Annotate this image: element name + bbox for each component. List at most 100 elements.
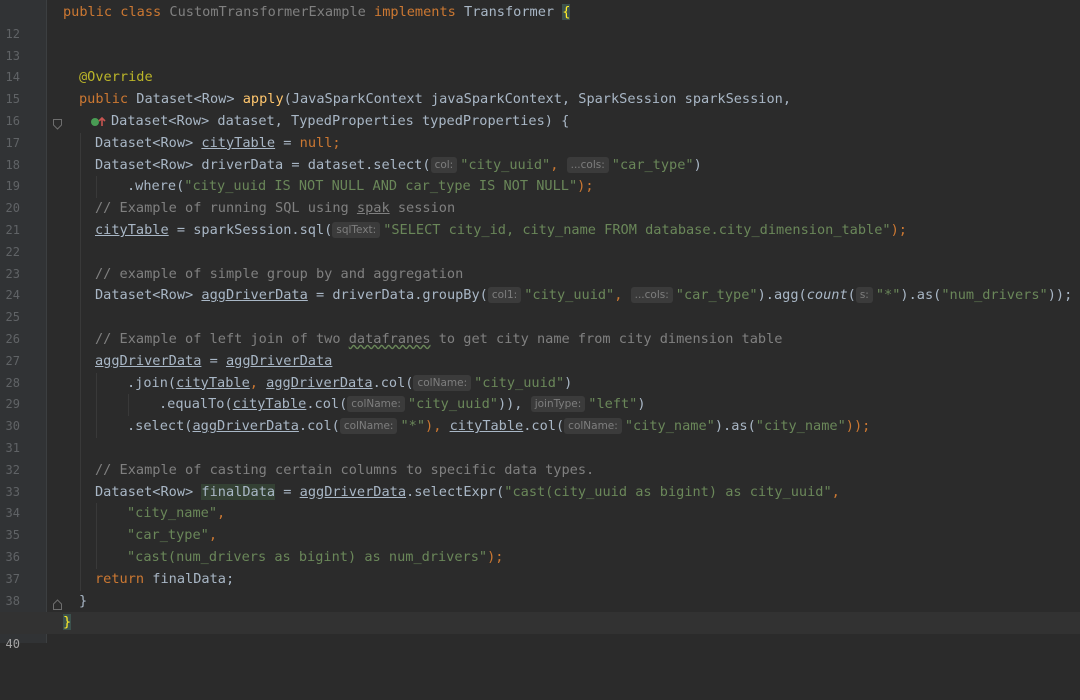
code-line[interactable]: 27 // Example of left join of two datafr…: [0, 328, 1080, 368]
code-text: Dataset<Row>: [136, 91, 243, 108]
code-line[interactable]: 30 .equalTo(cityTable.col(colName: "city_…: [0, 394, 1080, 433]
code-line[interactable]: 38 return finalData;: [0, 568, 1080, 608]
string-literal: "city_name": [755, 418, 846, 435]
code-text: )),: [497, 396, 531, 413]
code-text: ): [693, 156, 702, 173]
string-literal: "num_drivers": [941, 287, 1048, 304]
code-line[interactable]: 26: [0, 307, 1080, 346]
line-number: 40: [5, 637, 20, 652]
code-line[interactable]: 15 @Override: [0, 67, 1080, 106]
code-line[interactable]: 16 public Dataset<Row> apply(JavaSparkCo…: [0, 89, 1080, 128]
fold-marker-icon[interactable]: [53, 596, 62, 610]
param-hint: sqlText:: [332, 221, 381, 238]
string-literal: "city_uuid IS NOT NULL AND car_type IS N…: [184, 178, 578, 195]
code-line[interactable]: 34 Dataset<Row> finalData = aggDriverDat…: [0, 481, 1080, 520]
code-text: ).agg(: [757, 287, 807, 304]
comment: to get city name from city dimension tab…: [430, 330, 783, 347]
param-hint: s:: [855, 287, 873, 304]
code-text: .col(: [523, 418, 565, 435]
code-text: .join(: [127, 374, 177, 391]
code-line[interactable]: 18 Dataset<Row> cityTable = null;: [0, 132, 1080, 172]
annotation: @Override: [79, 69, 153, 86]
brace-match: {: [562, 4, 571, 20]
code-editor[interactable]: 12 public class CustomTransformerExample…: [0, 0, 1080, 651]
code-text: ,: [614, 287, 631, 304]
code-line[interactable]: 24 // example of simple group by and agg…: [0, 263, 1080, 302]
code-line[interactable]: 33 // Example of casting certain columns…: [0, 459, 1080, 499]
string-literal: "city_uuid": [460, 156, 551, 173]
indent-guide: [80, 328, 81, 351]
method-name: count: [806, 287, 848, 304]
code-text: Dataset<Row>: [95, 134, 202, 151]
code-line[interactable]: 21 // Example of running SQL using spak …: [0, 198, 1080, 237]
code-line[interactable]: 13: [0, 24, 1080, 63]
code-text: Dataset<Row>: [95, 287, 202, 304]
override-method-icon[interactable]: [24, 89, 107, 126]
code-line[interactable]: 25 Dataset<Row> aggDriverData = driverDa…: [0, 285, 1080, 324]
param-hint: colName:: [339, 418, 398, 435]
comment: session: [389, 200, 456, 217]
comment-typo: datafranes: [348, 330, 431, 347]
fold-marker-icon[interactable]: [53, 116, 62, 130]
keyword: implements: [374, 4, 456, 20]
string-literal: "city_uuid": [407, 396, 498, 413]
keyword: public: [63, 4, 113, 20]
indent-guide: [80, 285, 81, 308]
code-line[interactable]: 19 Dataset<Row> driverData = dataset.sel…: [0, 154, 1080, 193]
code-line[interactable]: 12 public class CustomTransformerExample…: [0, 2, 1080, 41]
indent-guide: [80, 568, 81, 591]
code-text: ));: [1047, 287, 1073, 304]
variable: cityTable: [176, 374, 250, 391]
code-line[interactable]: 37 "cast(num_drivers as bigint) as num_d…: [0, 546, 1080, 586]
code-line[interactable]: 20 .where("city_uuid IS NOT NULL AND car…: [0, 176, 1080, 215]
code-line[interactable]: 35 "city_name",: [0, 503, 1080, 542]
code-area[interactable]: 12 public class CustomTransformerExample…: [0, 2, 1080, 651]
indent-guide: [80, 372, 81, 395]
variable: aggDriverData: [201, 287, 308, 304]
code-text: ;: [332, 134, 341, 151]
keyword: class: [120, 4, 162, 20]
variable: cityTable: [232, 396, 307, 413]
code-line[interactable]: 28 aggDriverData = aggDriverData: [0, 350, 1080, 390]
indent-guide: [96, 503, 97, 526]
variable: cityTable: [201, 134, 276, 151]
code-line[interactable]: 39 }: [0, 591, 1080, 630]
string-literal: "cast(num_drivers as bigint) as num_driv…: [127, 548, 488, 565]
code-line[interactable]: 23: [0, 241, 1080, 281]
indent-guide: [80, 198, 81, 220]
code-text: );: [890, 221, 907, 238]
code-text: ,: [217, 505, 226, 522]
code-text: ): [564, 374, 573, 391]
code-text: .col(: [298, 418, 340, 435]
param-hint: col:: [430, 156, 458, 173]
code-line-current[interactable]: 40 }: [0, 612, 1080, 651]
interface-name: Transformer: [464, 4, 555, 20]
code-line[interactable]: 14: [0, 46, 1080, 84]
code-line[interactable]: 32: [0, 437, 1080, 477]
code-line[interactable]: 29 .join(cityTable, aggDriverData.col(co…: [0, 372, 1080, 411]
code-line[interactable]: 36 "car_type",: [0, 525, 1080, 564]
variable: aggDriverData: [299, 483, 407, 500]
code-text: );: [487, 548, 504, 565]
indent-guide: [80, 241, 81, 264]
variable: aggDriverData: [192, 418, 299, 435]
indent-guide: [80, 132, 81, 155]
indent-guide: [80, 176, 81, 199]
class-name: CustomTransformerExample: [169, 4, 366, 20]
code-text: ).as(: [900, 287, 942, 304]
string-literal: "car_type": [675, 287, 758, 304]
indent-guide: [96, 372, 97, 395]
string-literal: "city_name": [624, 418, 715, 435]
indent-guide: [80, 525, 81, 547]
indent-guide: [80, 459, 81, 482]
code-text: ,: [831, 483, 840, 500]
variable: aggDriverData: [225, 352, 333, 369]
comment: // Example of casting certain columns to…: [95, 461, 595, 478]
code-line[interactable]: 22 cityTable = sparkSession.sql(sqlText:…: [0, 219, 1080, 259]
code-line[interactable]: 31 .select(aggDriverData.col(colName: "*"…: [0, 416, 1080, 455]
code-line[interactable]: 17 Dataset<Row> dataset, TypedProperties…: [0, 111, 1080, 150]
variable: aggDriverData: [266, 374, 373, 391]
variable: aggDriverData: [95, 352, 202, 369]
string-literal: "city_uuid": [524, 287, 615, 304]
indent-guide: [96, 416, 97, 438]
